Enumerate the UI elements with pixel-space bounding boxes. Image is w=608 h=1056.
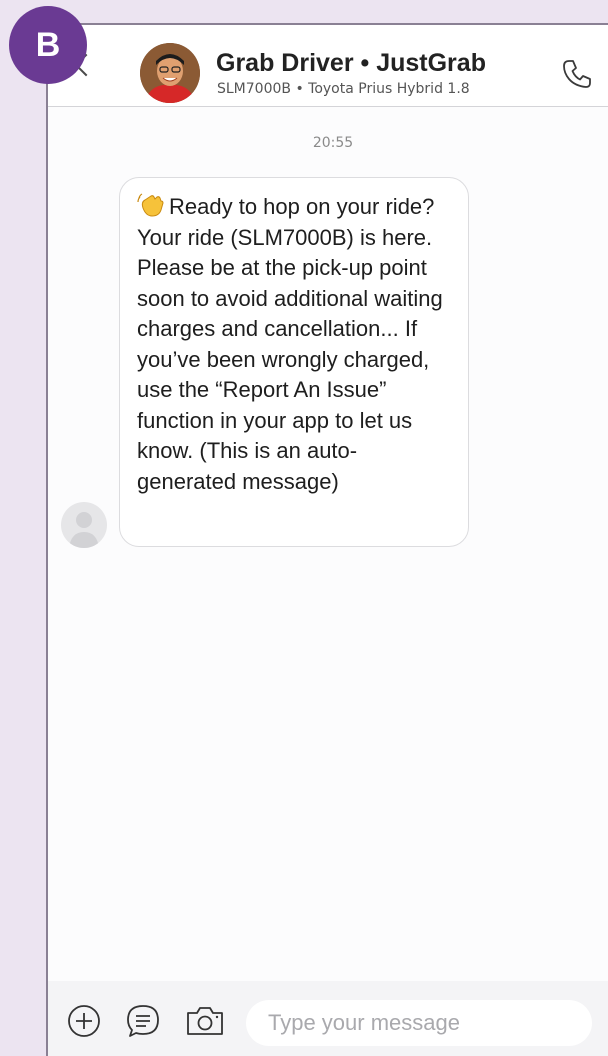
chat-title: Grab Driver • JustGrab [216, 49, 486, 77]
camera-button[interactable] [186, 1003, 224, 1039]
label-badge: B [9, 6, 87, 84]
camera-icon [187, 1007, 223, 1035]
screenshot-stage: B Grab Driver • JustGrab SLM7000B • Toyo… [0, 0, 608, 1056]
add-icon [68, 1005, 100, 1037]
waving-hand-icon [137, 193, 164, 217]
chat-screen: Grab Driver • JustGrab SLM7000B • Toyota… [46, 23, 608, 1056]
message-timestamp: 20:55 [312, 135, 354, 151]
vehicle-info: SLM7000B • Toyota Prius Hybrid 1.8 [217, 81, 470, 97]
quick-reply-button[interactable] [125, 1003, 161, 1039]
add-button[interactable] [66, 1003, 102, 1039]
message-input[interactable] [246, 1000, 592, 1046]
person-icon [69, 512, 99, 548]
phone-icon [563, 60, 591, 88]
call-button[interactable] [560, 57, 594, 91]
quick-reply-icon [127, 1005, 159, 1037]
chat-header: Grab Driver • JustGrab SLM7000B • Toyota… [48, 25, 608, 107]
message-text: Ready to hop on your ride? Your ride (SL… [137, 194, 443, 494]
message-bubble: Ready to hop on your ride? Your ride (SL… [119, 177, 469, 547]
message-composer [48, 981, 608, 1056]
driver-avatar[interactable] [140, 43, 200, 103]
sender-avatar-placeholder [61, 502, 107, 548]
